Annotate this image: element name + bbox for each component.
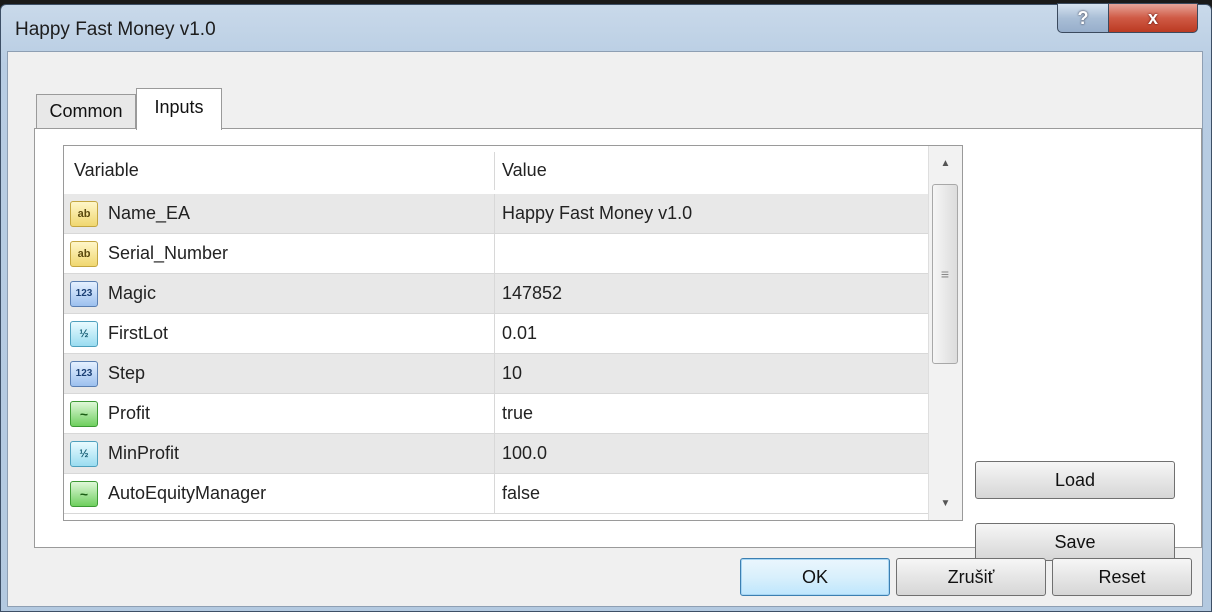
column-header-value[interactable]: Value [502, 146, 547, 194]
grid-header: Variable Value [64, 146, 928, 195]
column-header-variable[interactable]: Variable [74, 146, 139, 194]
window-title: Happy Fast Money v1.0 [15, 19, 216, 40]
dialog-window: Happy Fast Money v1.0 ? x Common Inputs … [0, 3, 1212, 612]
table-row[interactable]: ~ AutoEquityManager false [64, 474, 928, 514]
dialog-client: Common Inputs Variable Value ab Name_EA Ha… [7, 51, 1203, 607]
variable-cell: ½ MinProfit [70, 434, 179, 473]
vertical-scrollbar[interactable]: ▲ ≡ ▼ [928, 146, 962, 520]
column-divider[interactable] [494, 152, 495, 190]
reset-button[interactable]: Reset [1052, 558, 1192, 596]
grid-rows: ab Name_EA Happy Fast Money v1.0 ab Serial_N… [64, 194, 928, 520]
variable-name: Name_EA [108, 203, 191, 223]
value-cell[interactable]: false [502, 474, 540, 513]
close-button[interactable]: x [1108, 3, 1198, 33]
double-icon: ½ [70, 320, 98, 347]
variable-name: Profit [108, 403, 151, 423]
inputs-grid: Variable Value ab Name_EA Happy Fast Money… [63, 145, 963, 521]
cancel-button[interactable]: Zrušiť [896, 558, 1046, 596]
value-cell[interactable]: true [502, 394, 533, 433]
variable-name: MinProfit [108, 443, 180, 463]
table-row[interactable]: ½ FirstLot 0.01 [64, 314, 928, 354]
title-bar[interactable]: Happy Fast Money v1.0 ? x [1, 3, 1211, 53]
string-icon: ab [70, 200, 98, 227]
save-button[interactable]: Save [975, 523, 1175, 561]
variable-cell: 123 Step [70, 354, 145, 393]
integer-icon: 123 [70, 360, 98, 387]
column-divider [494, 394, 495, 434]
variable-cell: ab Serial_Number [70, 234, 228, 273]
double-icon: ½ [70, 440, 98, 467]
bool-icon: ~ [70, 480, 98, 507]
table-row[interactable]: ab Serial_Number [64, 234, 928, 274]
integer-icon: 123 [70, 280, 98, 307]
table-row[interactable]: ~ Profit true [64, 394, 928, 434]
tab-common[interactable]: Common [36, 94, 136, 128]
variable-name: FirstLot [108, 323, 169, 343]
help-icon: ? [1077, 7, 1089, 28]
value-cell[interactable]: 147852 [502, 274, 562, 313]
table-row[interactable]: ab Name_EA Happy Fast Money v1.0 [64, 194, 928, 234]
variable-name: Serial_Number [108, 243, 229, 263]
variable-name: Step [108, 363, 146, 383]
value-cell[interactable]: 10 [502, 354, 522, 393]
value-cell[interactable]: 0.01 [502, 314, 537, 353]
variable-cell: ab Name_EA [70, 194, 190, 233]
bool-icon: ~ [70, 400, 98, 427]
help-button[interactable]: ? [1057, 3, 1109, 33]
variable-name: AutoEquityManager [108, 483, 267, 503]
scroll-down-arrow-icon[interactable]: ▼ [929, 486, 962, 520]
variable-cell: ~ Profit [70, 394, 150, 433]
variable-cell: ½ FirstLot [70, 314, 168, 353]
column-divider [494, 314, 495, 354]
column-divider [494, 474, 495, 514]
table-row[interactable]: 123 Magic 147852 [64, 274, 928, 314]
table-row[interactable]: ½ MinProfit 100.0 [64, 434, 928, 474]
variable-name: Magic [108, 283, 157, 303]
ok-button[interactable]: OK [740, 558, 890, 596]
value-cell[interactable]: 100.0 [502, 434, 547, 473]
column-divider [494, 194, 495, 234]
column-divider [494, 234, 495, 274]
column-divider [494, 434, 495, 474]
load-button[interactable]: Load [975, 461, 1175, 499]
column-divider [494, 354, 495, 394]
scroll-up-arrow-icon[interactable]: ▲ [929, 146, 962, 180]
table-row[interactable]: 123 Step 10 [64, 354, 928, 394]
variable-cell: ~ AutoEquityManager [70, 474, 266, 513]
scroll-thumb[interactable]: ≡ [932, 184, 958, 364]
variable-cell: 123 Magic [70, 274, 156, 313]
column-divider [494, 274, 495, 314]
tab-inputs[interactable]: Inputs [136, 88, 222, 130]
close-icon: x [1147, 7, 1158, 28]
inputs-panel: Variable Value ab Name_EA Happy Fast Money… [34, 128, 1202, 561]
value-cell[interactable]: Happy Fast Money v1.0 [502, 194, 692, 233]
table-row[interactable] [64, 514, 928, 520]
string-icon: ab [70, 240, 98, 267]
